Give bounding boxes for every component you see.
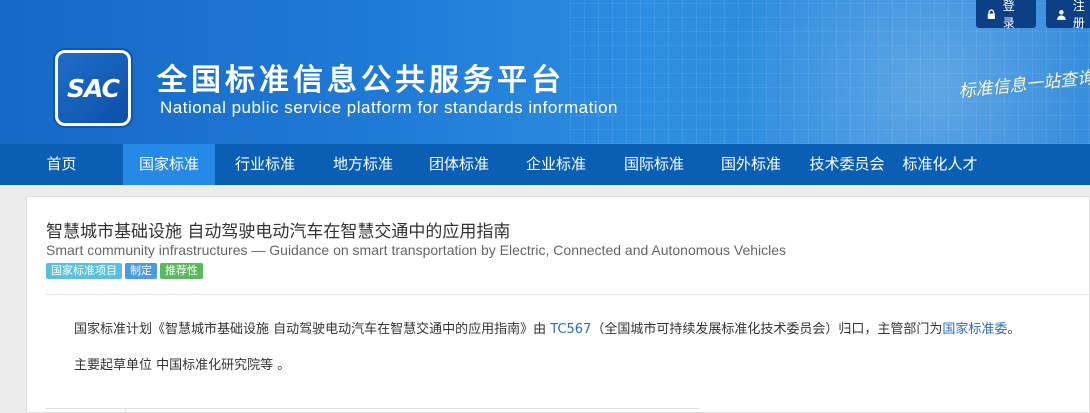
site-title: 全国标准信息公共服务平台 (157, 63, 565, 98)
nav-local-standards[interactable]: 地方标准 (315, 144, 411, 185)
site-header: SAC 全国标准信息公共服务平台 National public service… (0, 0, 1090, 144)
tc-link[interactable]: TC567 (550, 322, 591, 337)
nav-international-standards[interactable]: 国际标准 (605, 144, 703, 185)
sac-logo[interactable]: SAC (55, 50, 131, 126)
dept-link[interactable]: 国家标准委 (942, 322, 1007, 337)
nav-industry-standards[interactable]: 行业标准 (215, 144, 315, 185)
desc-prefix: 国家标准计划《智慧城市基础设施 自动驾驶电动汽车在智慧交通中的应用指南》由 (74, 322, 551, 337)
standard-title: 智慧城市基础设施 自动驾驶电动汽车在智慧交通中的应用指南 (46, 222, 511, 242)
badge-national-project: 国家标准项目 (46, 263, 122, 279)
lock-icon (987, 8, 995, 19)
desc-middle: （全国城市可持续发展标准化技术委员会）归口，主管部门为 (591, 322, 943, 337)
standard-title-en: Smart community infrastructures — Guidan… (46, 242, 787, 258)
login-label: 登录 (1002, 0, 1015, 30)
nav-foreign-standards[interactable]: 国外标准 (703, 144, 799, 185)
tab-bar-border (46, 408, 699, 409)
nav-technical-committee[interactable]: 技术委员会 (799, 144, 895, 185)
badge-formulate: 制定 (125, 263, 157, 279)
logo-text: SAC (67, 73, 120, 103)
badge-recommended: 推荐性 (160, 263, 203, 279)
nav-national-standards[interactable]: 国家标准 (123, 144, 215, 185)
register-label: 注册 (1072, 0, 1085, 30)
user-icon (1056, 9, 1066, 20)
nav-standardization-talent[interactable]: 标准化人才 (895, 144, 985, 185)
tab-divider (125, 408, 126, 413)
nav-group-standards[interactable]: 团体标准 (411, 144, 507, 185)
login-button[interactable]: 登录 (976, 0, 1036, 30)
standard-detail-panel: 智慧城市基础设施 自动驾驶电动汽车在智慧交通中的应用指南 Smart commu… (26, 196, 1090, 413)
register-button[interactable]: 注册 (1046, 0, 1090, 30)
site-subtitle: National public service platform for sta… (160, 98, 618, 117)
main-nav: 首页 国家标准 行业标准 地方标准 团体标准 企业标准 国际标准 国外标准 技术… (0, 144, 1090, 185)
nav-enterprise-standards[interactable]: 企业标准 (507, 144, 605, 185)
plan-description: 国家标准计划《智慧城市基础设施 自动驾驶电动汽车在智慧交通中的应用指南》由 TC… (74, 318, 1020, 337)
desc-suffix: 。 (1007, 322, 1021, 337)
nav-home[interactable]: 首页 (0, 144, 123, 185)
divider (46, 294, 1089, 295)
drafting-unit: 主要起草单位 中国标准化研究院等 。 (74, 358, 291, 373)
badge-group: 国家标准项目 制定 推荐性 (46, 263, 203, 279)
